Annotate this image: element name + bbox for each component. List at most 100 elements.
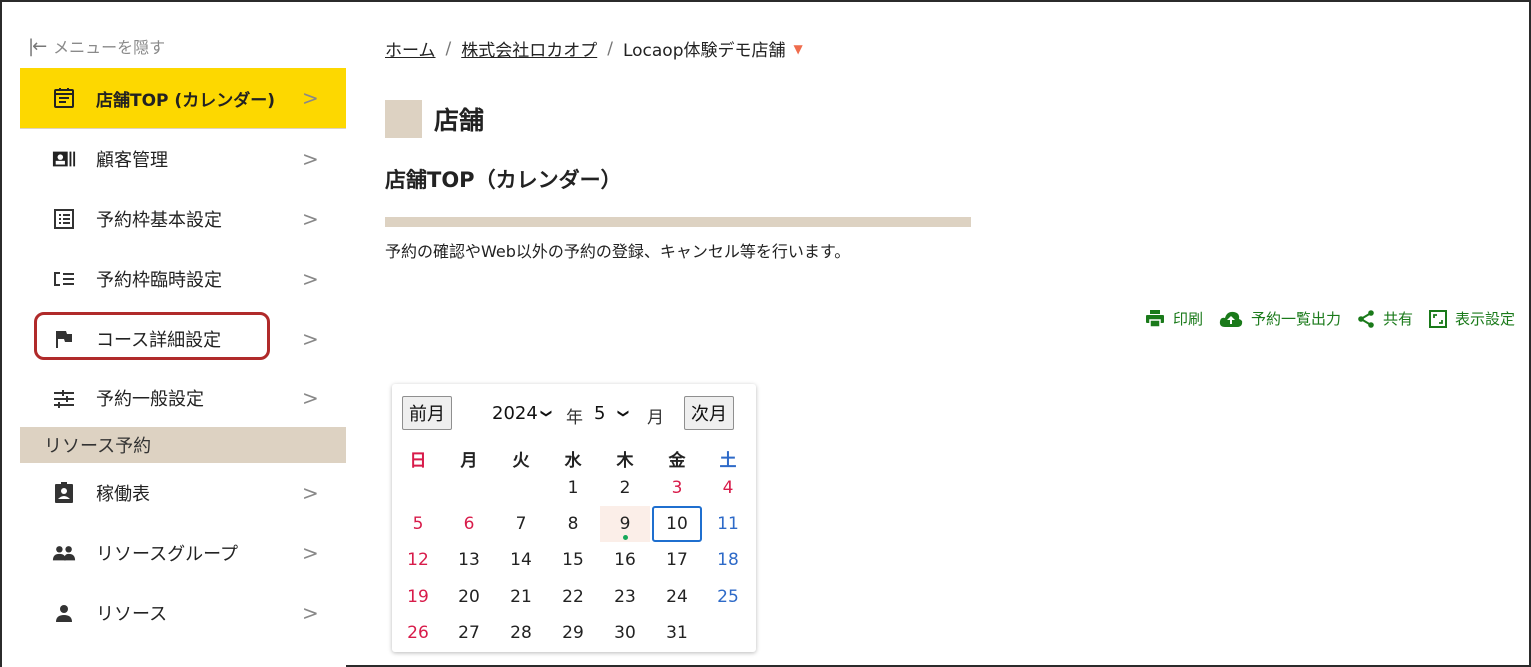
- calendar-day[interactable]: 24: [652, 579, 702, 615]
- chevron-right-icon: >: [302, 541, 319, 565]
- year-select[interactable]: 2024 ❯: [492, 398, 553, 428]
- section-header-resource: リソース予約: [20, 428, 346, 462]
- calendar-day[interactable]: 28: [496, 615, 546, 651]
- month-value: 5: [594, 402, 606, 424]
- next-month-button[interactable]: 次月: [684, 396, 734, 430]
- caret-down-icon[interactable]: ▼: [794, 42, 803, 56]
- sidebar-item-label: 稼働表: [96, 484, 150, 505]
- breadcrumb: ホーム / 株式会社ロカオプ / Locaop体験デモ店舗 ▼: [385, 36, 803, 62]
- share-label: 共有: [1382, 310, 1413, 328]
- calendar-day[interactable]: 8: [548, 506, 598, 542]
- breadcrumb-store-selector[interactable]: Locaop体験デモ店舗: [623, 36, 786, 61]
- chevron-right-icon: >: [302, 86, 319, 110]
- calendar-day[interactable]: 7: [496, 506, 546, 542]
- calendar-day[interactable]: 20: [444, 579, 494, 615]
- calendar-day[interactable]: 2: [600, 470, 650, 506]
- calendar-day[interactable]: 22: [548, 579, 598, 615]
- display-settings-button[interactable]: 表示設定: [1428, 308, 1515, 329]
- sidebar-item-customers[interactable]: 顧客管理 >: [20, 129, 346, 189]
- sidebar-item-resource[interactable]: リソース >: [20, 583, 346, 643]
- sidebar-item-partial[interactable]: [20, 643, 346, 667]
- sidebar-item-slot-temporary[interactable]: 予約枠臨時設定 >: [20, 249, 346, 309]
- calendar-day[interactable]: 14: [496, 542, 546, 578]
- sidebar-item-label: 店舗TOP (カレンダー): [96, 90, 275, 111]
- prev-month-button[interactable]: 前月: [402, 396, 452, 430]
- sidebar-item-label: リソースグループ: [96, 544, 239, 565]
- calendar-day[interactable]: 12: [393, 542, 443, 578]
- calendar-day[interactable]: 16: [600, 542, 650, 578]
- hide-menu-label: メニューを隠す: [53, 38, 166, 57]
- calendar-day[interactable]: 9: [600, 506, 650, 542]
- group-icon: [52, 541, 76, 565]
- printer-icon: [1145, 309, 1165, 328]
- weekday-header: 日: [409, 451, 427, 471]
- sidebar-item-resource-group[interactable]: リソースグループ >: [20, 523, 346, 583]
- calendar-day[interactable]: 4: [703, 470, 753, 506]
- share-button[interactable]: 共有: [1357, 308, 1413, 329]
- weekday-header: 月: [460, 451, 478, 471]
- chevron-right-icon: >: [302, 481, 319, 505]
- chevron-down-icon: ❯: [539, 408, 553, 418]
- calendar-day[interactable]: 31: [652, 615, 702, 651]
- sidebar-item-general-settings[interactable]: 予約一般設定 >: [20, 369, 346, 427]
- year-value: 2024: [492, 402, 538, 424]
- month-select[interactable]: 5 ❯: [594, 398, 631, 428]
- sidebar-item-slot-basic[interactable]: 予約枠基本設定 >: [20, 189, 346, 249]
- calendar-day[interactable]: 6: [444, 506, 494, 542]
- list-icon: [52, 207, 76, 231]
- sidebar-item-schedule[interactable]: 稼働表 >: [20, 463, 346, 523]
- chevron-right-icon: >: [302, 601, 319, 625]
- sidebar-item-label: コース詳細設定: [96, 330, 222, 351]
- calendar-day[interactable]: 18: [703, 542, 753, 578]
- sidebar-item-label: 予約一般設定: [96, 389, 204, 410]
- calendar-day[interactable]: 15: [548, 542, 598, 578]
- weekday-header: 火: [512, 451, 530, 471]
- page-subtitle: 店舗TOP（カレンダー）: [385, 168, 622, 192]
- flag-icon: [52, 327, 76, 351]
- sidebar-item-store-top[interactable]: 店舗TOP (カレンダー) >: [20, 68, 346, 128]
- calendar-day[interactable]: 23: [600, 579, 650, 615]
- calendar-day[interactable]: 26: [393, 615, 443, 651]
- calendar-day[interactable]: 13: [444, 542, 494, 578]
- breadcrumb-company-link[interactable]: 株式会社ロカオプ: [461, 36, 597, 61]
- share-icon: [1357, 309, 1375, 328]
- calendar-day[interactable]: 25: [703, 579, 753, 615]
- calendar-day[interactable]: 27: [444, 615, 494, 651]
- calendar-day[interactable]: 5: [393, 506, 443, 542]
- sidebar: |← メニューを隠す 店舗TOP (カレンダー) > 顧客管理 > 予約枠基本設…: [2, 2, 346, 667]
- print-label: 印刷: [1172, 310, 1203, 328]
- calendar-day[interactable]: 1: [548, 470, 598, 506]
- page-description: 予約の確認やWeb以外の予約の登録、キャンセル等を行います。: [385, 242, 851, 261]
- breadcrumb-separator: /: [607, 38, 613, 59]
- collapse-arrow-icon: |←: [28, 35, 47, 57]
- sidebar-item-course-detail[interactable]: コース詳細設定 >: [20, 309, 346, 369]
- calendar-day[interactable]: 29: [548, 615, 598, 651]
- weekday-header: 土: [719, 451, 737, 471]
- breadcrumb-home-link[interactable]: ホーム: [385, 36, 436, 61]
- chevron-right-icon: >: [302, 207, 319, 231]
- breadcrumb-separator: /: [445, 38, 452, 59]
- year-unit: 年: [566, 408, 583, 428]
- calendar-day[interactable]: 21: [496, 579, 546, 615]
- sidebar-item-label: 予約枠基本設定: [96, 210, 222, 231]
- print-button[interactable]: 印刷: [1145, 308, 1203, 329]
- month-unit: 月: [647, 408, 664, 428]
- chevron-right-icon: >: [302, 147, 319, 171]
- calendar-day[interactable]: 11: [703, 506, 753, 542]
- weekday-header: 水: [564, 451, 582, 471]
- hide-menu-button[interactable]: |← メニューを隠す: [28, 34, 165, 58]
- chevron-right-icon: >: [302, 267, 319, 291]
- sidebar-item-label: 顧客管理: [96, 150, 168, 171]
- fullscreen-icon: [1428, 309, 1447, 328]
- calendar-day[interactable]: 10: [652, 506, 702, 542]
- calendar-icon: [52, 86, 76, 110]
- export-button[interactable]: 予約一覧出力: [1219, 308, 1341, 329]
- contact-card-icon: [52, 147, 76, 171]
- calendar-day[interactable]: 3: [652, 470, 702, 506]
- calendar-day[interactable]: 30: [600, 615, 650, 651]
- calendar-day[interactable]: 17: [652, 542, 702, 578]
- calendar-day[interactable]: 19: [393, 579, 443, 615]
- sidebar-item-label: 予約枠臨時設定: [96, 270, 222, 291]
- weekday-header: 木: [616, 451, 634, 471]
- calendar: 前月 2024 ❯ 年 5 ❯ 月 次月 日月火水木金土 1 2 3 4 5 6 7 8 9 10…: [392, 384, 756, 652]
